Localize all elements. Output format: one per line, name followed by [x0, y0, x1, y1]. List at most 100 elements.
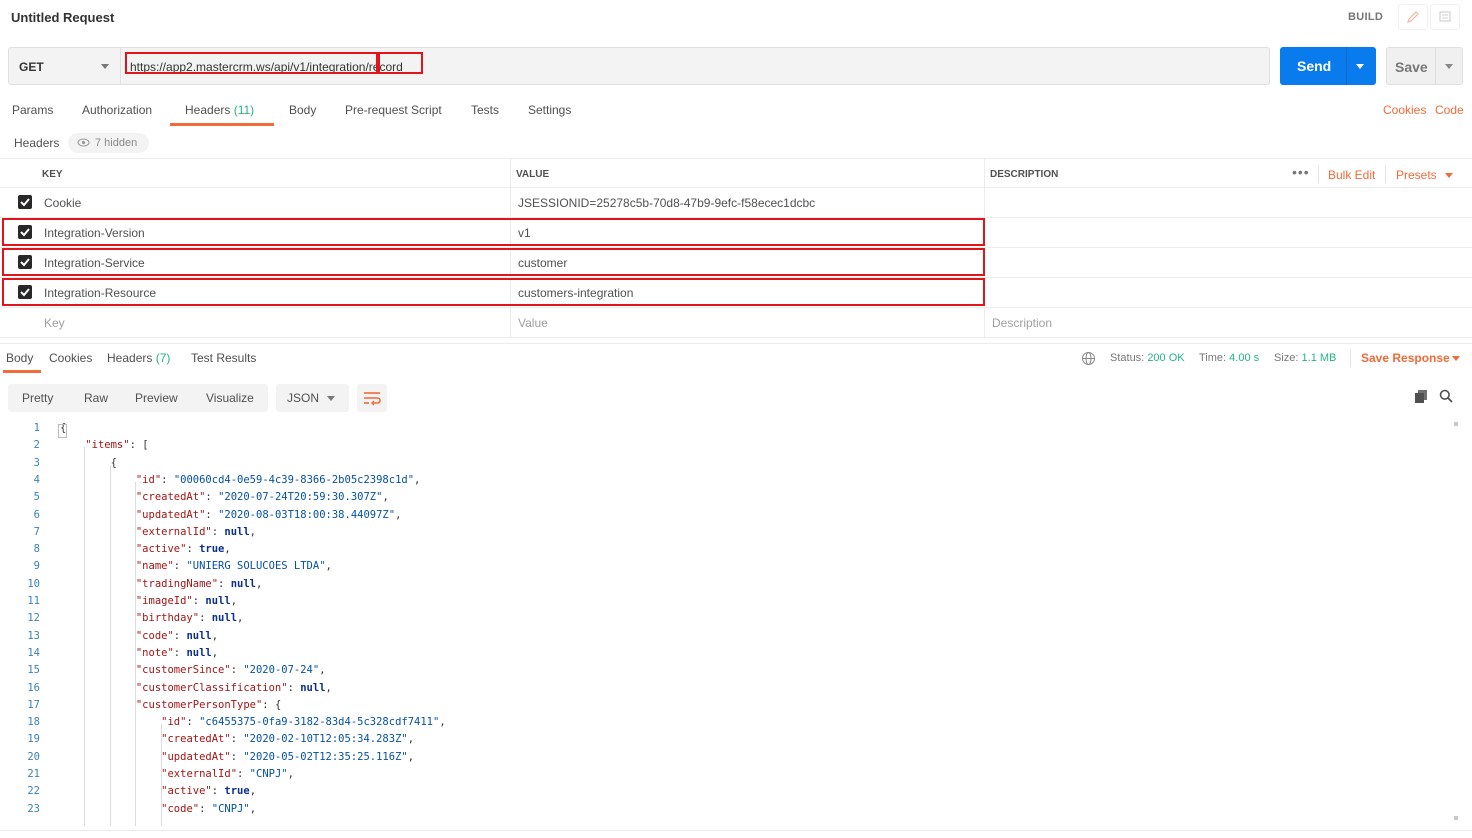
code-line: 17 "customerPersonType": { [0, 699, 1450, 716]
line-number: 7 [33, 525, 40, 538]
code-text: "createdAt": "2020-07-24T20:59:30.307Z", [135, 491, 389, 504]
tab-body[interactable]: Body [289, 103, 316, 117]
divider [1350, 349, 1351, 367]
line-number: 3 [33, 456, 40, 469]
format-raw[interactable]: Raw [84, 391, 108, 405]
tab-pre-request-script[interactable]: Pre-request Script [345, 103, 442, 117]
comments-button[interactable] [1430, 4, 1460, 30]
size-label: Size: [1274, 352, 1299, 364]
line-number: 19 [27, 733, 40, 746]
new-header-row: Key Value Description [0, 308, 1472, 338]
code-text: "customerPersonType": { [135, 698, 282, 711]
request-title[interactable]: Untitled Request [11, 10, 114, 25]
pencil-icon [1407, 11, 1419, 23]
response-tab-cookies[interactable]: Cookies [49, 351, 92, 365]
active-response-tab-indicator [3, 370, 41, 373]
language-select[interactable]: JSON [276, 384, 349, 412]
code-line: 19 "createdAt": "2020-02-10T12:05:34.283… [0, 733, 1450, 750]
response-tab-body[interactable]: Body [6, 351, 33, 365]
code-line: 5 "createdAt": "2020-07-24T20:59:30.307Z… [0, 491, 1450, 508]
code-line: 2 "items": [ [0, 439, 1450, 456]
tab-settings[interactable]: Settings [528, 103, 571, 117]
hidden-headers-count: 7 hidden [95, 137, 138, 149]
send-button[interactable]: Send [1280, 47, 1376, 85]
format-pretty[interactable]: Pretty [22, 391, 53, 405]
time-label: Time: [1199, 352, 1227, 364]
tab-headers[interactable]: Headers (11) [185, 103, 254, 117]
tab-headers-label: Headers [185, 103, 231, 117]
response-tab-test-results[interactable]: Test Results [191, 351, 256, 365]
response-body-editor[interactable]: 1{2 "items": [3 {4 "id": "00060cd4-0e59-… [0, 422, 1450, 826]
divider [1385, 165, 1386, 183]
tab-authorization[interactable]: Authorization [82, 103, 152, 117]
line-number: 12 [27, 612, 40, 625]
format-visualize[interactable]: Visualize [206, 391, 254, 405]
new-key-input[interactable]: Key [44, 316, 65, 330]
code-text: "id": "00060cd4-0e59-4c39-8366-2b05c2398… [135, 473, 421, 486]
edit-button[interactable] [1398, 4, 1428, 30]
send-options-chevron-icon[interactable] [1356, 64, 1364, 69]
code-line: 18 "id": "c6455375-0fa9-3182-83d4-5c328c… [0, 716, 1450, 733]
search-icon[interactable] [1439, 389, 1453, 403]
new-description-input[interactable]: Description [992, 316, 1052, 330]
presets-chevron-icon [1445, 173, 1453, 178]
table-row: Cookie JSESSIONID=25278c5b-70d8-47b9-9ef… [0, 188, 1472, 218]
line-number: 13 [27, 629, 40, 642]
row-highlight [2, 278, 985, 306]
save-button[interactable]: Save [1386, 47, 1463, 85]
size-indicator: Size: 1.1 MB [1274, 352, 1336, 364]
code-line: 16 "customerClassification": null, [0, 682, 1450, 699]
format-preview[interactable]: Preview [135, 391, 178, 405]
scroll-up-arrow[interactable] [1454, 422, 1458, 426]
code-text: "externalId": null, [135, 525, 256, 538]
header-key-cell[interactable]: Cookie [44, 196, 81, 210]
code-text: "code": "CNPJ", [161, 802, 257, 815]
code-line: 14 "note": null, [0, 647, 1450, 664]
scrollbar[interactable] [1451, 422, 1461, 826]
line-number: 6 [33, 508, 40, 521]
scroll-down-arrow[interactable] [1454, 816, 1458, 820]
status-label: Status: [1110, 352, 1145, 364]
bulk-edit-link[interactable]: Bulk Edit [1328, 168, 1375, 182]
build-mode-label[interactable]: BUILD [1348, 11, 1383, 23]
code-link[interactable]: Code [1435, 103, 1464, 117]
header-value-cell[interactable]: JSESSIONID=25278c5b-70d8-47b9-9efc-f58ec… [518, 196, 815, 210]
line-number: 23 [27, 802, 40, 815]
code-line: 23 "code": "CNPJ", [0, 803, 1450, 820]
table-header-row: KEY VALUE DESCRIPTION ••• Bulk Edit Pres… [0, 158, 1472, 188]
status-value: 200 OK [1147, 352, 1185, 364]
line-number: 5 [33, 491, 40, 504]
save-response-button[interactable]: Save Response [1361, 351, 1450, 365]
save-options-chevron-icon[interactable] [1445, 64, 1453, 69]
cookies-link[interactable]: Cookies [1383, 103, 1426, 117]
new-value-input[interactable]: Value [518, 316, 548, 330]
eye-icon [77, 138, 90, 147]
active-tab-indicator [170, 123, 274, 126]
comment-icon [1439, 11, 1451, 22]
tab-params[interactable]: Params [12, 103, 53, 117]
method-select[interactable]: GET [8, 47, 121, 85]
line-number: 17 [27, 698, 40, 711]
code-text: "imageId": null, [135, 595, 238, 607]
code-text: { [60, 456, 117, 469]
copy-icon[interactable] [1414, 389, 1428, 403]
presets-dropdown[interactable]: Presets [1396, 168, 1437, 182]
response-tab-headers[interactable]: Headers (7) [107, 351, 170, 365]
tab-tests[interactable]: Tests [471, 103, 499, 117]
divider [0, 830, 1472, 831]
chevron-down-icon [101, 64, 109, 69]
code-line: 11 "imageId": null, [0, 595, 1450, 612]
headers-section-label: Headers [14, 136, 60, 150]
hidden-headers-toggle[interactable]: 7 hidden [68, 133, 149, 153]
code-text: "name": "UNIERG SOLUCOES LTDA", [135, 560, 332, 573]
globe-icon[interactable] [1081, 351, 1096, 366]
column-description: DESCRIPTION [990, 169, 1059, 180]
code-line: 13 "code": null, [0, 630, 1450, 647]
more-options-icon[interactable]: ••• [1292, 164, 1310, 180]
row-checkbox[interactable] [18, 195, 32, 209]
line-number: 9 [33, 560, 40, 573]
line-number: 20 [27, 750, 40, 763]
wrap-lines-button[interactable] [357, 384, 387, 412]
line-number: 1 [33, 422, 40, 434]
column-key: KEY [42, 169, 63, 180]
